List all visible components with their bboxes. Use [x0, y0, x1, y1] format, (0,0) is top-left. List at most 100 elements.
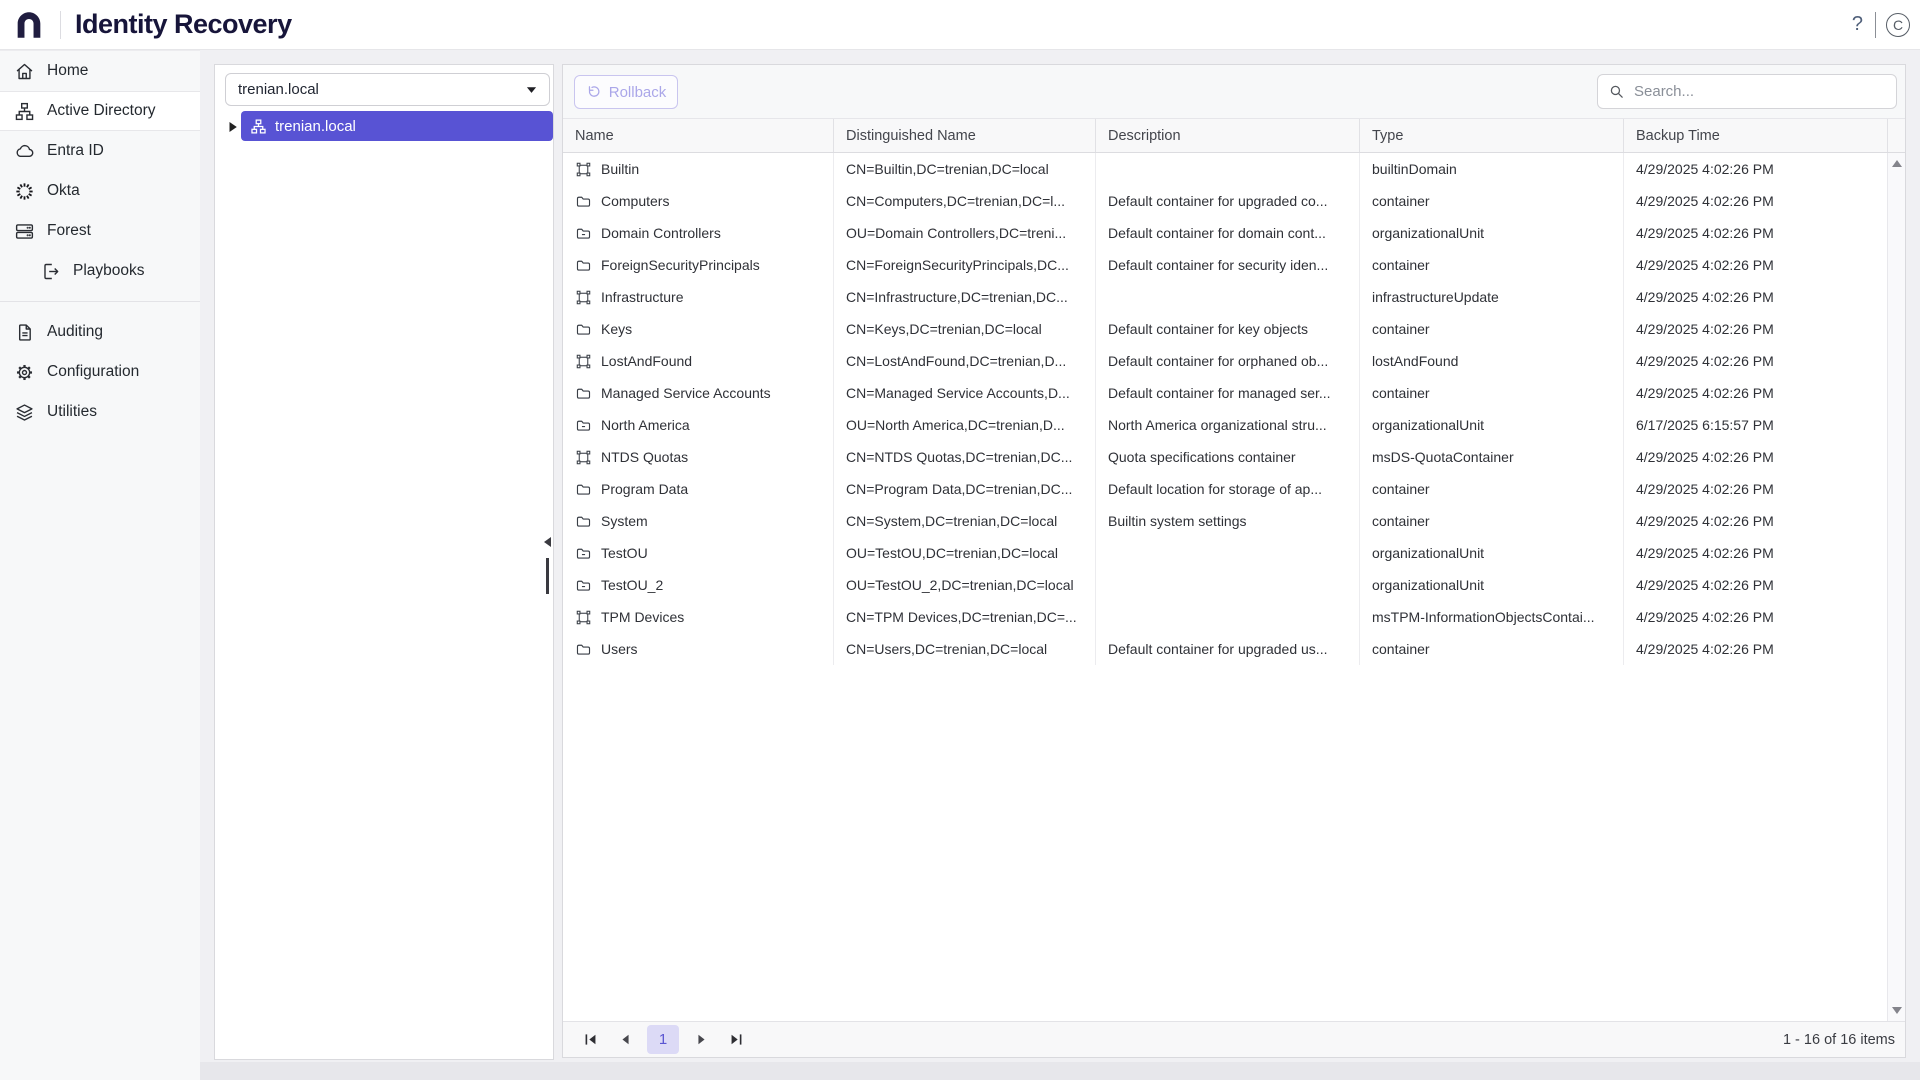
row-type: container	[1360, 249, 1624, 281]
row-backup-time: 4/29/2025 4:02:26 PM	[1624, 281, 1887, 313]
row-type: lostAndFound	[1360, 345, 1624, 377]
sidebar-item-forest[interactable]: Forest	[0, 211, 200, 251]
row-type: container	[1360, 505, 1624, 537]
column-header-type[interactable]: Type	[1360, 119, 1624, 152]
row-backup-time: 4/29/2025 4:02:26 PM	[1624, 313, 1887, 345]
tree-node-root[interactable]: trenian.local	[241, 111, 553, 141]
help-icon[interactable]: ?	[1850, 13, 1865, 36]
sidebar-item-configuration[interactable]: Configuration	[0, 352, 200, 392]
sidebar-item-auditing[interactable]: Auditing	[0, 312, 200, 352]
table-row[interactable]: North America OU=North America,DC=trenia…	[563, 409, 1905, 441]
brand: Identity Recovery	[0, 8, 292, 42]
container-icon	[575, 289, 592, 306]
table-row[interactable]: Computers CN=Computers,DC=trenian,DC=l..…	[563, 185, 1905, 217]
row-name: TestOU_2	[601, 577, 663, 593]
row-backup-time: 4/29/2025 4:02:26 PM	[1624, 249, 1887, 281]
column-header-description[interactable]: Description	[1096, 119, 1360, 152]
sidebar-item-home[interactable]: Home	[0, 51, 200, 91]
pager-current-page[interactable]: 1	[647, 1025, 679, 1054]
row-name: TPM Devices	[601, 609, 684, 625]
row-backup-time: 4/29/2025 4:02:26 PM	[1624, 569, 1887, 601]
table-row[interactable]: TestOU OU=TestOU,DC=trenian,DC=local org…	[563, 537, 1905, 569]
vertical-scrollbar[interactable]	[1887, 153, 1905, 1021]
row-name: ForeignSecurityPrincipals	[601, 257, 760, 273]
pager-prev-button[interactable]	[612, 1027, 638, 1053]
row-type: container	[1360, 473, 1624, 505]
sidebar-item-label: Okta	[47, 182, 80, 200]
row-name: NTDS Quotas	[601, 449, 688, 465]
row-type: container	[1360, 313, 1624, 345]
brand-divider	[60, 11, 61, 39]
sidebar-item-active-directory[interactable]: Active Directory	[0, 91, 200, 131]
row-description: Default container for upgraded us...	[1096, 633, 1360, 665]
row-description: Default container for domain cont...	[1096, 217, 1360, 249]
okta-icon	[14, 181, 35, 202]
row-description: Default container for upgraded co...	[1096, 185, 1360, 217]
row-description	[1096, 601, 1360, 633]
row-name: Program Data	[601, 481, 688, 497]
row-dn: CN=ForeignSecurityPrincipals,DC...	[834, 249, 1096, 281]
container-icon	[575, 449, 592, 466]
splitter-collapse-icon[interactable]	[544, 537, 551, 547]
table-row[interactable]: Keys CN=Keys,DC=trenian,DC=local Default…	[563, 313, 1905, 345]
sidebar-item-playbooks[interactable]: Playbooks	[0, 251, 200, 291]
row-backup-time: 4/29/2025 4:02:26 PM	[1624, 217, 1887, 249]
domain-select[interactable]: trenian.local	[225, 73, 550, 106]
table-row[interactable]: Domain Controllers OU=Domain Controllers…	[563, 217, 1905, 249]
search-box	[1597, 74, 1897, 109]
row-name: TestOU	[601, 545, 648, 561]
row-name: Domain Controllers	[601, 225, 721, 241]
row-type: organizationalUnit	[1360, 537, 1624, 569]
column-header-distinguished-name[interactable]: Distinguished Name	[834, 119, 1096, 152]
row-type: container	[1360, 377, 1624, 409]
scroll-down-icon[interactable]	[1892, 1007, 1902, 1014]
row-type: organizationalUnit	[1360, 409, 1624, 441]
search-input[interactable]	[1634, 83, 1886, 100]
table-row[interactable]: TestOU_2 OU=TestOU_2,DC=trenian,DC=local…	[563, 569, 1905, 601]
row-dn: CN=Managed Service Accounts,D...	[834, 377, 1096, 409]
table-row[interactable]: Managed Service Accounts CN=Managed Serv…	[563, 377, 1905, 409]
row-backup-time: 4/29/2025 4:02:26 PM	[1624, 345, 1887, 377]
pager-next-button[interactable]	[688, 1027, 714, 1053]
playbook-icon	[40, 261, 61, 282]
tree-expand-icon[interactable]	[228, 121, 238, 133]
rollback-button[interactable]: Rollback	[574, 75, 678, 109]
row-backup-time: 4/29/2025 4:02:26 PM	[1624, 601, 1887, 633]
container-icon	[575, 161, 592, 178]
folder-icon	[575, 481, 592, 498]
table-row[interactable]: ForeignSecurityPrincipals CN=ForeignSecu…	[563, 249, 1905, 281]
table-row[interactable]: Users CN=Users,DC=trenian,DC=local Defau…	[563, 633, 1905, 665]
sidebar-item-okta[interactable]: Okta	[0, 171, 200, 211]
table-row[interactable]: System CN=System,DC=trenian,DC=local Bui…	[563, 505, 1905, 537]
table-row[interactable]: TPM Devices CN=TPM Devices,DC=trenian,DC…	[563, 601, 1905, 633]
table-row[interactable]: NTDS Quotas CN=NTDS Quotas,DC=trenian,DC…	[563, 441, 1905, 473]
sitemap-icon	[250, 118, 267, 135]
table-row[interactable]: LostAndFound CN=LostAndFound,DC=trenian,…	[563, 345, 1905, 377]
previous-page-icon	[617, 1031, 634, 1048]
account-icon[interactable]: C	[1886, 13, 1910, 37]
row-backup-time: 4/29/2025 4:02:26 PM	[1624, 441, 1887, 473]
row-type: builtinDomain	[1360, 153, 1624, 185]
row-type: organizationalUnit	[1360, 569, 1624, 601]
table-row[interactable]: Infrastructure CN=Infrastructure,DC=tren…	[563, 281, 1905, 313]
column-header-backup-time[interactable]: Backup Time	[1624, 119, 1887, 152]
row-name: Keys	[601, 321, 632, 337]
gear-icon	[14, 362, 35, 383]
container-icon	[575, 609, 592, 626]
folder-icon	[575, 513, 592, 530]
pager-first-button[interactable]	[577, 1027, 603, 1053]
sidebar-item-entra-id[interactable]: Entra ID	[0, 131, 200, 171]
table-row[interactable]: Program Data CN=Program Data,DC=trenian,…	[563, 473, 1905, 505]
scroll-up-icon[interactable]	[1892, 160, 1902, 167]
column-header-name[interactable]: Name	[563, 119, 834, 152]
table-row[interactable]: Builtin CN=Builtin,DC=trenian,DC=local b…	[563, 153, 1905, 185]
sidebar-item-utilities[interactable]: Utilities	[0, 392, 200, 432]
sidebar-item-label: Utilities	[47, 403, 97, 421]
row-dn: OU=North America,DC=trenian,D...	[834, 409, 1096, 441]
row-dn: CN=TPM Devices,DC=trenian,DC=...	[834, 601, 1096, 633]
row-dn: CN=NTDS Quotas,DC=trenian,DC...	[834, 441, 1096, 473]
pager-last-button[interactable]	[723, 1027, 749, 1053]
panel-splitter[interactable]	[546, 558, 549, 594]
row-type: msDS-QuotaContainer	[1360, 441, 1624, 473]
cloud-icon	[14, 141, 35, 162]
